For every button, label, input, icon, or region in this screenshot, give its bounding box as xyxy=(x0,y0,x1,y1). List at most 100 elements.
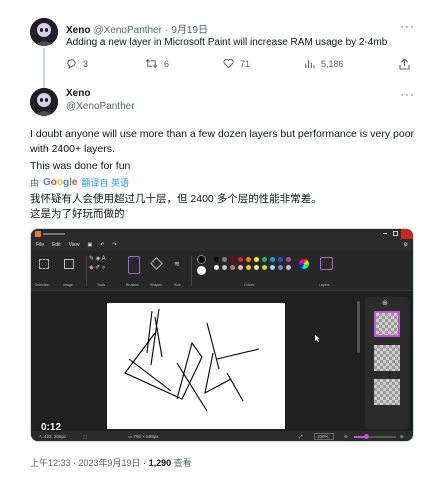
views-button[interactable]: 5,186 xyxy=(304,58,344,69)
minimize-icon[interactable] xyxy=(383,233,387,234)
cursor-position: ↖ 423, 208px xyxy=(39,434,67,439)
size-icon[interactable]: ≋ xyxy=(174,260,180,268)
retweet-button[interactable]: 6 xyxy=(145,58,169,69)
layer-thumbnail-selected[interactable] xyxy=(374,311,400,337)
color-swatch[interactable] xyxy=(214,265,219,270)
vertical-scrollbar[interactable] xyxy=(357,301,360,353)
picker-icon[interactable]: ✐ xyxy=(95,265,100,271)
color-swatch[interactable] xyxy=(222,257,227,262)
translation-text-line: 这是为了好玩而做的 xyxy=(30,208,125,220)
color-swatch[interactable] xyxy=(278,257,283,262)
selection-icon[interactable] xyxy=(39,259,49,269)
fit-icon[interactable]: ⤢ xyxy=(299,434,303,439)
video-player[interactable]: File Edit View ▣ ↶ ↷ ⚙ ✎ ◈ A ◆ ✐ ⌕ ≋ Sel… xyxy=(30,228,414,442)
color-swatch[interactable] xyxy=(246,257,251,262)
brushes-icon[interactable] xyxy=(128,256,140,274)
author-handle[interactable]: @XenoPanther xyxy=(66,101,135,112)
paint-status-bar: ↖ 423, 208px ⬚ ▭ 795 × 598px ⤢ 100% ⊖ ⊕ xyxy=(31,431,413,441)
translation-attribution[interactable]: 由 Google 翻译自 英语 xyxy=(30,176,129,189)
zoom-in-icon[interactable]: ⊕ xyxy=(400,434,404,440)
canvas-area xyxy=(31,291,361,431)
tweet-text-line: This was done for fun xyxy=(30,160,131,172)
color-swatch[interactable] xyxy=(262,265,267,270)
google-logo: Google xyxy=(43,177,78,188)
save-icon[interactable]: ▣ xyxy=(87,242,92,248)
drawing-canvas[interactable] xyxy=(107,303,285,429)
text-icon[interactable]: A xyxy=(102,256,106,262)
redo-icon[interactable]: ↷ xyxy=(112,242,116,248)
reply-button[interactable]: 3 xyxy=(66,58,88,69)
secondary-color[interactable] xyxy=(197,266,206,275)
layer-thumbnail[interactable] xyxy=(374,345,400,371)
paint-title-bar xyxy=(31,229,413,239)
pencil-icon[interactable]: ✎ xyxy=(89,256,94,262)
color-swatch[interactable] xyxy=(238,257,243,262)
color-swatch[interactable] xyxy=(278,265,283,270)
color-swatch[interactable] xyxy=(270,265,275,270)
color-swatch[interactable] xyxy=(254,265,259,270)
ribbon-label-brushes: Brushes xyxy=(126,283,139,287)
paint-menu-bar: File Edit View ▣ ↶ ↷ ⚙ xyxy=(31,239,413,251)
tweet-timestamp[interactable]: 上午12:33 · 2023年9月19日 · xyxy=(30,458,149,468)
tweet-header: Xeno @XenoPanther · 9月19日 xyxy=(66,21,208,36)
color-swatch[interactable] xyxy=(214,257,219,262)
retweet-icon xyxy=(145,59,158,68)
ribbon-label-selection: Selection xyxy=(35,283,50,287)
avatar[interactable] xyxy=(30,88,58,116)
heart-icon xyxy=(223,58,234,69)
analytics-icon xyxy=(305,59,315,69)
color-swatch[interactable] xyxy=(230,257,235,262)
views-label: 查看 xyxy=(171,458,192,468)
thread-connector xyxy=(43,48,45,88)
color-swatch[interactable] xyxy=(238,265,243,270)
fill-icon[interactable]: ◈ xyxy=(96,256,101,262)
color-swatch[interactable] xyxy=(286,257,291,262)
image-icon[interactable] xyxy=(64,259,74,269)
ribbon-label-colors: Colors xyxy=(244,283,255,287)
zoom-out-icon[interactable]: ⊖ xyxy=(344,434,348,440)
tools-group: ✎ ◈ A ◆ ✐ ⌕ xyxy=(89,255,106,273)
shapes-icon[interactable] xyxy=(150,257,163,270)
layer-thumbnail[interactable] xyxy=(374,379,400,405)
zoom-slider-thumb[interactable] xyxy=(364,434,369,439)
retweet-count: 6 xyxy=(164,58,170,69)
magnifier-icon[interactable]: ⌕ xyxy=(102,265,105,271)
color-swatch[interactable] xyxy=(222,265,227,270)
color-swatch[interactable] xyxy=(286,265,291,270)
color-swatch[interactable] xyxy=(230,265,235,270)
menu-file[interactable]: File xyxy=(36,242,44,248)
more-options-icon[interactable]: ··· xyxy=(400,87,415,101)
edit-colors-icon[interactable] xyxy=(299,259,309,269)
translation-text: 我怀疑有人会使用超过几十层，但 2400 多个层的性能非常差。 xyxy=(30,193,322,205)
color-swatch[interactable] xyxy=(254,257,259,262)
mouse-cursor-icon xyxy=(315,335,320,342)
author-name[interactable]: Xeno xyxy=(66,88,90,99)
close-icon[interactable] xyxy=(401,229,413,239)
menu-view[interactable]: View xyxy=(69,242,80,248)
color-swatch[interactable] xyxy=(246,265,251,270)
canvas-size: ▭ 795 × 598px xyxy=(128,434,159,439)
view-count: 5,186 xyxy=(321,58,344,69)
like-count: 71 xyxy=(240,58,251,69)
eraser-icon[interactable]: ◆ xyxy=(89,265,94,271)
reply-icon xyxy=(67,59,76,69)
color-swatch[interactable] xyxy=(262,257,267,262)
like-button[interactable]: 71 xyxy=(223,58,250,69)
share-icon[interactable] xyxy=(399,57,410,75)
color-swatch[interactable] xyxy=(270,257,275,262)
avatar[interactable] xyxy=(30,18,58,46)
menu-edit[interactable]: Edit xyxy=(52,242,61,248)
more-options-icon[interactable]: ··· xyxy=(400,19,415,33)
ribbon-label-layers: Layers xyxy=(319,283,330,287)
ribbon-label-image: Image xyxy=(63,283,73,287)
zoom-slider[interactable] xyxy=(354,434,396,439)
maximize-icon[interactable] xyxy=(393,231,398,236)
tweet-date[interactable]: 9月19日 xyxy=(171,21,208,36)
layers-button[interactable] xyxy=(320,257,333,270)
undo-icon[interactable]: ↶ xyxy=(100,242,104,248)
primary-color[interactable] xyxy=(197,255,206,264)
zoom-level[interactable]: 100% xyxy=(314,433,334,440)
add-layer-icon[interactable]: ⊕ xyxy=(382,299,388,307)
settings-icon[interactable]: ⚙ xyxy=(404,242,408,248)
window-title xyxy=(43,233,65,235)
